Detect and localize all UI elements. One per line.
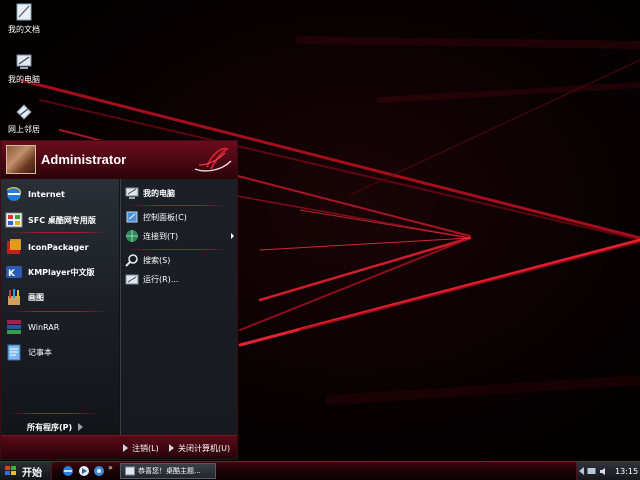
place-my-computer[interactable]: 我的电脑 (125, 184, 237, 202)
shutdown-label: 关闭计算机(U) (178, 443, 231, 453)
desktop-icon-network-places[interactable]: 网上邻居 (2, 102, 46, 135)
show-desktop-icon[interactable] (93, 465, 105, 477)
start-menu-footer: 注销(L) 关闭计算机(U) (1, 435, 237, 459)
program-sfc[interactable]: SFC 桌酷网专用版 (5, 209, 117, 231)
desktop-icon-label: 我的文档 (8, 25, 40, 34)
notepad-icon (5, 343, 23, 361)
my-computer-icon (16, 54, 32, 69)
place-connect-to[interactable]: 连接到(T) (125, 227, 237, 245)
svg-text:K: K (8, 269, 16, 279)
all-programs-label: 所有程序(P) (27, 422, 73, 432)
user-name: Administrator (41, 152, 127, 167)
internet-explorer-icon[interactable] (62, 465, 74, 477)
my-computer-icon (125, 186, 139, 200)
place-search[interactable]: 搜索(S) (125, 251, 237, 269)
run-icon (125, 272, 139, 286)
shutdown-button[interactable]: 关闭计算机(U) (169, 442, 230, 454)
kmplayer-icon: K (5, 263, 23, 281)
start-label: 开始 (22, 467, 42, 479)
start-menu-header: Administrator (1, 141, 237, 179)
menu-separator (9, 413, 99, 414)
desktop-icon-my-computer[interactable]: 我的电脑 (2, 52, 46, 85)
logoff-label: 注销(L) (132, 443, 159, 453)
system-tray: 13:15 (576, 462, 640, 480)
taskbar: 开始 » 恭喜您！桌酷主题... 13:15 (0, 461, 640, 480)
menu-separator (9, 232, 109, 233)
program-label: SFC 桌酷网专用版 (28, 215, 96, 225)
start-menu: Administrator Internet SFC 桌酷网专用版 IconPa (0, 140, 238, 460)
paint-icon (5, 288, 23, 306)
program-paint[interactable]: 画图 (5, 286, 117, 308)
place-label: 连接到(T) (143, 231, 179, 241)
windows-flag-icon (5, 466, 16, 475)
clock[interactable]: 13:15 (615, 467, 638, 476)
program-label: IconPackager (28, 242, 89, 252)
place-label: 搜索(S) (143, 255, 171, 265)
place-run[interactable]: 运行(R)... (125, 270, 237, 288)
search-icon (125, 253, 139, 267)
program-winrar[interactable]: WinRAR (5, 316, 117, 338)
internet-explorer-icon (5, 185, 23, 203)
control-panel-icon (125, 210, 139, 224)
start-menu-places-pane: 我的电脑 控制面板(C) 连接到(T) 搜索(S) 运行(R)... (120, 179, 237, 435)
program-label: Internet (28, 189, 65, 199)
place-label: 运行(R)... (143, 274, 179, 284)
program-internet[interactable]: Internet (5, 183, 117, 205)
window-icon (125, 466, 135, 476)
arrow-right-icon (78, 423, 84, 431)
menu-separator (127, 249, 227, 250)
network-places-icon (16, 104, 32, 120)
menu-separator (127, 205, 227, 206)
logoff-icon (123, 444, 128, 452)
brand-logo-icon (194, 147, 232, 172)
program-label: 画图 (28, 292, 44, 302)
place-label: 控制面板(C) (143, 212, 187, 222)
my-documents-icon (16, 3, 32, 21)
taskbar-window-button[interactable]: 恭喜您！桌酷主题... (120, 463, 216, 479)
desktop-icon-label: 网上邻居 (8, 125, 40, 134)
winrar-icon (5, 318, 23, 336)
tray-expand-icon[interactable] (579, 467, 584, 475)
program-label: WinRAR (28, 322, 60, 332)
iconpackager-icon (5, 238, 23, 256)
submenu-arrow-icon (231, 233, 234, 239)
start-button[interactable]: 开始 (0, 462, 52, 480)
network-status-icon[interactable] (587, 467, 596, 476)
place-control-panel[interactable]: 控制面板(C) (125, 208, 237, 226)
user-avatar[interactable] (6, 145, 36, 174)
program-label: 记事本 (28, 347, 52, 357)
desktop-icon-label: 我的电脑 (8, 75, 40, 84)
connect-to-icon (125, 229, 139, 243)
media-player-icon[interactable] (78, 465, 90, 477)
start-menu-programs-pane: Internet SFC 桌酷网专用版 IconPackager K KMPla… (1, 179, 119, 435)
quick-launch-more[interactable]: » (108, 463, 113, 472)
volume-icon[interactable] (599, 467, 608, 476)
logoff-button[interactable]: 注销(L) (123, 442, 159, 454)
program-label: KMPlayer中文版 (28, 267, 95, 277)
shutdown-icon (169, 444, 174, 452)
taskbar-window-label: 恭喜您！桌酷主题... (138, 467, 201, 475)
menu-separator (9, 311, 109, 312)
program-notepad[interactable]: 记事本 (5, 341, 117, 363)
program-iconpackager[interactable]: IconPackager (5, 236, 117, 258)
desktop-icon-my-documents[interactable]: 我的文档 (2, 2, 46, 35)
program-kmplayer[interactable]: K KMPlayer中文版 (5, 261, 117, 283)
place-label: 我的电脑 (143, 188, 175, 198)
sfc-icon (5, 211, 23, 229)
all-programs-button[interactable]: 所有程序(P) (27, 420, 107, 434)
